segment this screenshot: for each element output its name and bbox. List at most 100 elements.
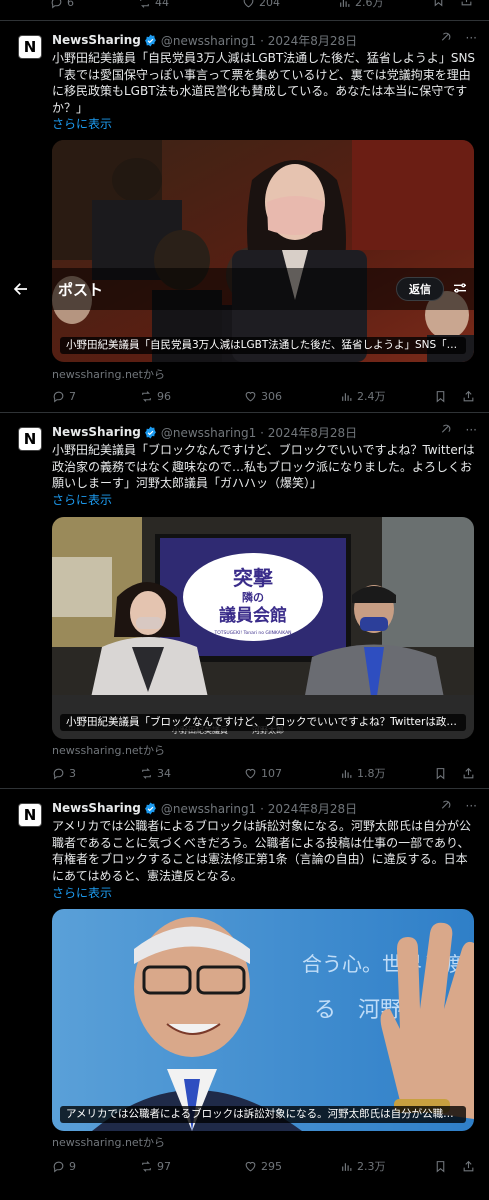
repost-icon bbox=[140, 1160, 153, 1173]
image-caption: 小野田紀美議員「自民党員3万人減はLGBT法通した後だ、猛省しようよ」SNS「表… bbox=[60, 337, 466, 354]
tweet-header: NewsSharing @newssharing1 · 2024年8月28日 ·… bbox=[52, 31, 477, 49]
image-caption: 小野田紀美議員「ブロックなんですけど、ブロックでいいですよね？Twitterは政… bbox=[60, 714, 466, 731]
reply-icon bbox=[50, 0, 63, 9]
photo-woman-in-mask bbox=[52, 140, 474, 362]
reply-icon bbox=[52, 767, 65, 780]
share-icon bbox=[460, 0, 473, 7]
share-button[interactable] bbox=[460, 0, 473, 10]
sign-subtitle: TOTSUGEKI! Tonari no GIINKAIKAN bbox=[213, 630, 291, 636]
like-icon bbox=[244, 390, 257, 403]
reply-count[interactable]: 6 bbox=[50, 0, 74, 9]
show-more-link[interactable]: さらに表示 bbox=[52, 115, 112, 132]
tweet[interactable]: N NewsSharing @newssharing1 · 2024年8月28日… bbox=[0, 20, 489, 412]
repost-button[interactable]: 97 bbox=[140, 1160, 171, 1173]
repost-icon bbox=[138, 0, 151, 9]
views-icon bbox=[340, 1160, 353, 1173]
link-source[interactable]: newssharing.netから bbox=[52, 742, 165, 758]
grok-icon[interactable] bbox=[439, 31, 452, 44]
like-count[interactable]: 204 bbox=[242, 0, 280, 9]
more-options-icon[interactable]: ··· bbox=[466, 799, 477, 813]
reply-sort-button[interactable]: 返信 bbox=[396, 277, 444, 301]
share-icon bbox=[462, 767, 475, 780]
like-icon bbox=[242, 0, 255, 9]
link-source[interactable]: newssharing.netから bbox=[52, 366, 165, 382]
bookmark-icon bbox=[434, 1160, 447, 1173]
sign-line1: 突撃 bbox=[233, 566, 273, 590]
bookmark-button[interactable] bbox=[434, 767, 447, 780]
share-button[interactable] bbox=[462, 390, 475, 403]
post-header-bar: ポスト 返信 bbox=[0, 268, 489, 310]
views-button[interactable]: 1.8万 bbox=[340, 765, 386, 781]
like-button[interactable]: 306 bbox=[244, 390, 282, 403]
author-handle[interactable]: @newssharing1 · 2024年8月28日 bbox=[161, 800, 357, 817]
verified-badge-icon bbox=[144, 34, 157, 47]
tweet[interactable]: N NewsSharing @newssharing1 · 2024年8月28日… bbox=[0, 788, 489, 1200]
link-source[interactable]: newssharing.netから bbox=[52, 1134, 165, 1150]
show-more-link[interactable]: さらに表示 bbox=[52, 491, 112, 508]
repost-button[interactable]: 34 bbox=[140, 767, 171, 780]
bookmark-icon bbox=[432, 0, 445, 7]
grok-icon[interactable] bbox=[439, 423, 452, 436]
sign-line2: 隣の bbox=[242, 590, 264, 604]
verified-badge-icon bbox=[144, 802, 157, 815]
bookmark-button[interactable] bbox=[434, 1160, 447, 1173]
bookmark-icon bbox=[434, 767, 447, 780]
tweet-image[interactable]: 突撃 隣の 議員会館 TOTSUGEKI! Tonari no GIINKAIK… bbox=[52, 517, 474, 739]
share-icon bbox=[462, 1160, 475, 1173]
verified-badge-icon bbox=[144, 426, 157, 439]
avatar[interactable]: N bbox=[18, 427, 42, 451]
like-icon bbox=[244, 1160, 257, 1173]
tweet-header: NewsSharing @newssharing1 · 2024年8月28日 ·… bbox=[52, 423, 477, 441]
repost-button[interactable]: 96 bbox=[140, 390, 171, 403]
like-icon bbox=[244, 767, 257, 780]
bookmark-button[interactable] bbox=[432, 0, 445, 10]
share-button[interactable] bbox=[462, 767, 475, 780]
avatar[interactable]: N bbox=[18, 803, 42, 827]
like-button[interactable]: 107 bbox=[244, 767, 282, 780]
tweet-image[interactable]: 小野田紀美議員「自民党員3万人減はLGBT法通した後だ、猛省しようよ」SNS「表… bbox=[52, 140, 474, 362]
reply-button[interactable]: 3 bbox=[52, 767, 76, 780]
author-name[interactable]: NewsSharing bbox=[52, 33, 141, 47]
repost-count[interactable]: 44 bbox=[138, 0, 169, 9]
photo-man-waving: 合う心。世界と渡り る 河野 bbox=[52, 909, 474, 1131]
tweet-text: 小野田紀美議員「ブロックなんですけど、ブロックでいいですよね？Twitterは政… bbox=[52, 443, 475, 490]
previous-tweet-actions: 6 44 204 2.6万 bbox=[0, 0, 489, 12]
grok-icon[interactable] bbox=[439, 799, 452, 812]
reply-icon bbox=[52, 390, 65, 403]
share-icon bbox=[462, 390, 475, 403]
tweet-image[interactable]: 合う心。世界と渡り る 河野 アメリカでは公職者によるブロックは訴訟対象になる。… bbox=[52, 909, 474, 1131]
photo-two-politicians: 突撃 隣の 議員会館 TOTSUGEKI! Tonari no GIINKAIK… bbox=[52, 517, 474, 739]
sign-line3: 議員会館 bbox=[219, 605, 287, 626]
views-button[interactable]: 2.3万 bbox=[340, 1158, 386, 1174]
reply-icon bbox=[52, 1160, 65, 1173]
reply-button[interactable]: 9 bbox=[52, 1160, 76, 1173]
views-icon bbox=[340, 390, 353, 403]
avatar[interactable]: N bbox=[18, 35, 42, 59]
tweet-header: NewsSharing @newssharing1 · 2024年8月28日 ·… bbox=[52, 799, 477, 817]
views-icon bbox=[340, 767, 353, 780]
bookmark-icon bbox=[434, 390, 447, 403]
tweet-text: アメリカでは公職者によるブロックは訴訟対象になる。河野太郎氏は自分が公職者である… bbox=[52, 819, 472, 883]
more-options-icon[interactable]: ··· bbox=[466, 423, 477, 437]
reply-button[interactable]: 7 bbox=[52, 390, 76, 403]
filter-settings-icon[interactable] bbox=[452, 280, 468, 296]
views-count[interactable]: 2.6万 bbox=[338, 0, 384, 10]
like-button[interactable]: 295 bbox=[244, 1160, 282, 1173]
tweet-actions: 3 34 107 1.8万 bbox=[52, 764, 480, 782]
views-button[interactable]: 2.4万 bbox=[340, 388, 386, 404]
tweet-actions: 7 96 306 2.4万 bbox=[52, 387, 480, 405]
repost-icon bbox=[140, 767, 153, 780]
tweet-actions: 9 97 295 2.3万 bbox=[52, 1157, 480, 1175]
tweet[interactable]: N NewsSharing @newssharing1 · 2024年8月28日… bbox=[0, 412, 489, 788]
back-arrow-icon[interactable] bbox=[12, 280, 30, 298]
author-name[interactable]: NewsSharing bbox=[52, 425, 141, 439]
share-button[interactable] bbox=[462, 1160, 475, 1173]
page-title: ポスト bbox=[58, 281, 104, 299]
more-options-icon[interactable]: ··· bbox=[466, 31, 477, 45]
author-name[interactable]: NewsSharing bbox=[52, 801, 141, 815]
show-more-link[interactable]: さらに表示 bbox=[52, 884, 112, 901]
bookmark-button[interactable] bbox=[434, 390, 447, 403]
author-handle[interactable]: @newssharing1 · 2024年8月28日 bbox=[161, 32, 357, 49]
author-handle[interactable]: @newssharing1 · 2024年8月28日 bbox=[161, 424, 357, 441]
image-caption: アメリカでは公職者によるブロックは訴訟対象になる。河野太郎氏は自分が公職者である… bbox=[60, 1106, 466, 1123]
